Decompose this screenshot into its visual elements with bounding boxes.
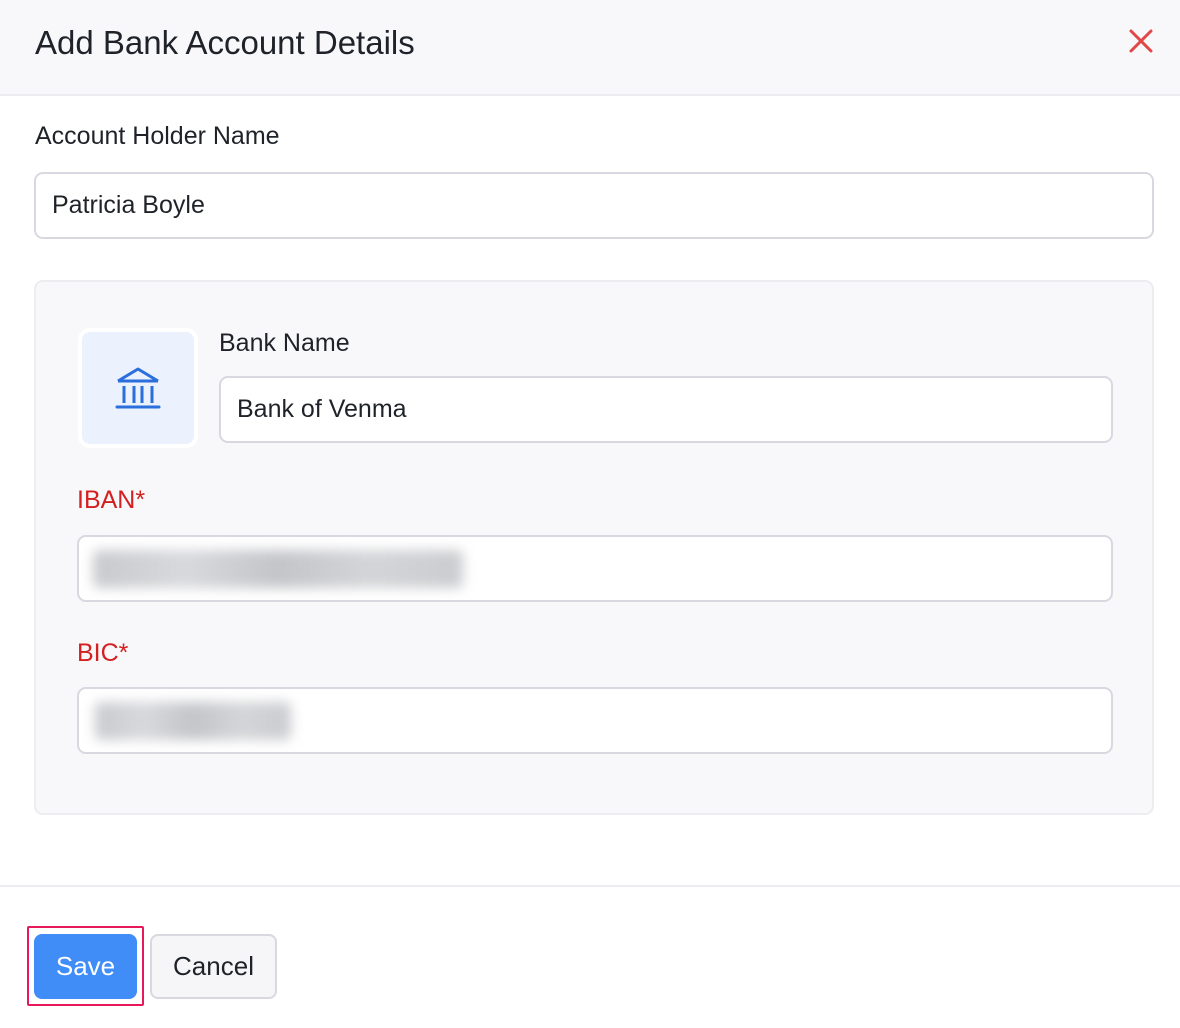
- account-holder-input[interactable]: [34, 172, 1154, 239]
- close-button[interactable]: [1122, 22, 1160, 60]
- bic-label: BIC*: [77, 639, 129, 667]
- iban-blurred-value: [93, 549, 463, 588]
- dialog-header: Add Bank Account Details: [0, 0, 1180, 96]
- bank-building-icon: [115, 367, 161, 409]
- bank-details-card: Bank Name IBAN* BIC*: [34, 280, 1154, 815]
- bic-input[interactable]: [77, 687, 1113, 754]
- bank-name-input[interactable]: [219, 376, 1113, 443]
- save-button[interactable]: Save: [34, 934, 137, 999]
- close-x-icon: [1129, 29, 1153, 53]
- iban-input[interactable]: [77, 535, 1113, 602]
- bic-blurred-value: [95, 701, 291, 740]
- dialog-title: Add Bank Account Details: [35, 24, 415, 61]
- cancel-button[interactable]: Cancel: [150, 934, 277, 999]
- account-holder-label: Account Holder Name: [35, 122, 280, 150]
- iban-label: IBAN*: [77, 486, 146, 514]
- bank-icon-box: [78, 328, 198, 448]
- footer-divider: [0, 885, 1180, 887]
- bank-name-label: Bank Name: [219, 329, 350, 357]
